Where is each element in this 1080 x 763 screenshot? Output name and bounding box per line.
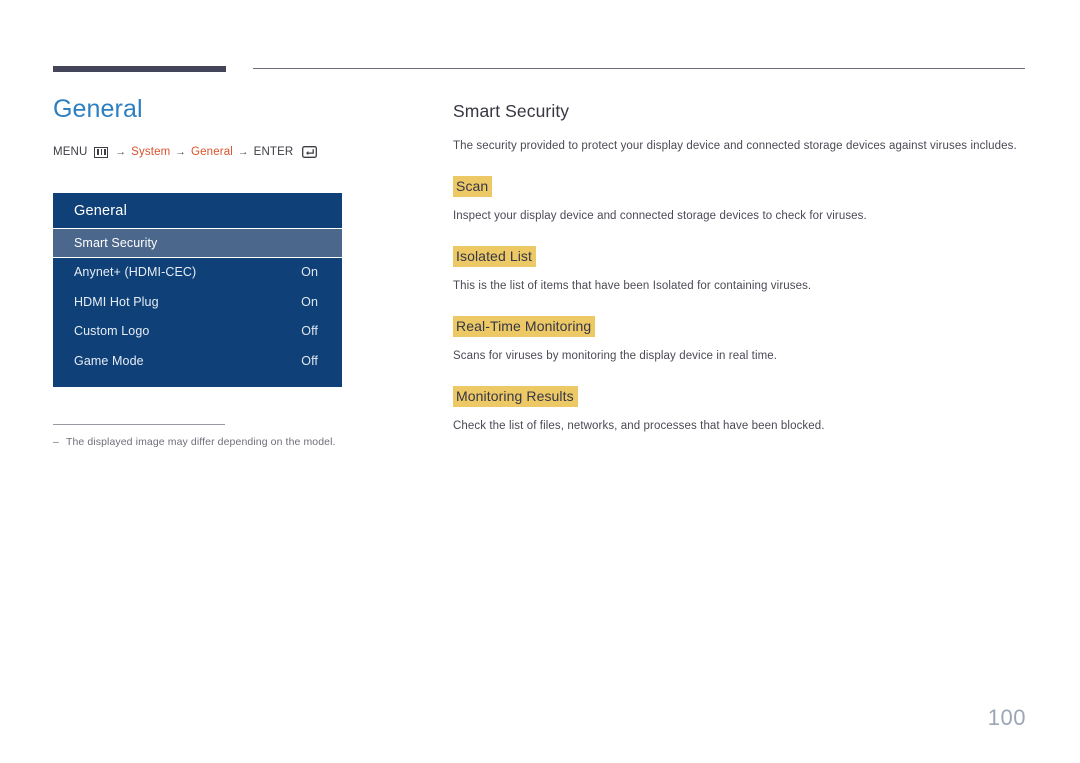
breadcrumb: MENU → System → General → ENTER (53, 146, 413, 158)
page-number: 100 (988, 705, 1026, 731)
osd-menu-panel: General Smart Security Anynet+ (HDMI-CEC… (53, 193, 342, 387)
osd-panel-header: General (53, 193, 342, 228)
osd-row-anynet[interactable]: Anynet+ (HDMI-CEC) On (53, 258, 342, 288)
osd-row-game-mode[interactable]: Game Mode Off (53, 346, 342, 376)
osd-row-custom-logo[interactable]: Custom Logo Off (53, 317, 342, 347)
osd-row-smart-security[interactable]: Smart Security (53, 228, 342, 258)
footnote-text-row: – The displayed image may differ dependi… (53, 436, 473, 448)
osd-row-hdmi-hot-plug[interactable]: HDMI Hot Plug On (53, 287, 342, 317)
breadcrumb-arrow-2: → (174, 146, 187, 158)
header-rule-thick (53, 66, 226, 72)
subsection-heading: Monitoring Results (453, 386, 578, 407)
subsection-heading: Real-Time Monitoring (453, 316, 595, 337)
breadcrumb-arrow-3: → (237, 146, 250, 158)
breadcrumb-step-general: General (191, 146, 233, 158)
osd-row-label: HDMI Hot Plug (74, 295, 159, 309)
subsection-isolated-list: Isolated List This is the list of items … (453, 246, 1028, 294)
breadcrumb-step-system: System (131, 146, 170, 158)
subsection-body: Check the list of files, networks, and p… (453, 418, 1028, 434)
osd-row-value: Off (301, 354, 318, 368)
left-column: General MENU → System → General → ENTER (53, 94, 413, 158)
osd-row-label: Custom Logo (74, 324, 149, 338)
osd-row-value: Off (301, 324, 318, 338)
header-rule-thin (253, 68, 1025, 69)
subsection-body: Scans for viruses by monitoring the disp… (453, 348, 1028, 364)
breadcrumb-menu-label: MENU (53, 146, 87, 158)
header-rules (0, 0, 1080, 80)
osd-row-label: Game Mode (74, 354, 144, 368)
subsection-scan: Scan Inspect your display device and con… (453, 176, 1028, 224)
right-column: Smart Security The security provided to … (453, 100, 1028, 434)
subsection-body: This is the list of items that have been… (453, 278, 1028, 294)
enter-return-icon (302, 146, 317, 158)
subsection-real-time-monitoring: Real-Time Monitoring Scans for viruses b… (453, 316, 1028, 364)
footnote-dash: – (53, 436, 59, 448)
osd-row-label: Smart Security (74, 236, 157, 250)
osd-row-value: On (301, 295, 318, 309)
breadcrumb-step-enter: ENTER (254, 146, 294, 158)
subsection-monitoring-results: Monitoring Results Check the list of fil… (453, 386, 1028, 434)
section-title: Smart Security (453, 100, 1028, 122)
page-title: General (53, 94, 413, 124)
breadcrumb-arrow-1: → (114, 146, 127, 158)
footnote-rule (53, 424, 225, 425)
footnote: – The displayed image may differ dependi… (53, 424, 473, 448)
subsection-body: Inspect your display device and connecte… (453, 208, 1028, 224)
osd-row-label: Anynet+ (HDMI-CEC) (74, 265, 196, 279)
subsection-heading: Scan (453, 176, 492, 197)
section-intro: The security provided to protect your di… (453, 138, 1028, 154)
footnote-text: The displayed image may differ depending… (66, 436, 336, 448)
subsection-heading: Isolated List (453, 246, 536, 267)
osd-row-value: On (301, 265, 318, 279)
menu-grid-icon (94, 147, 108, 158)
